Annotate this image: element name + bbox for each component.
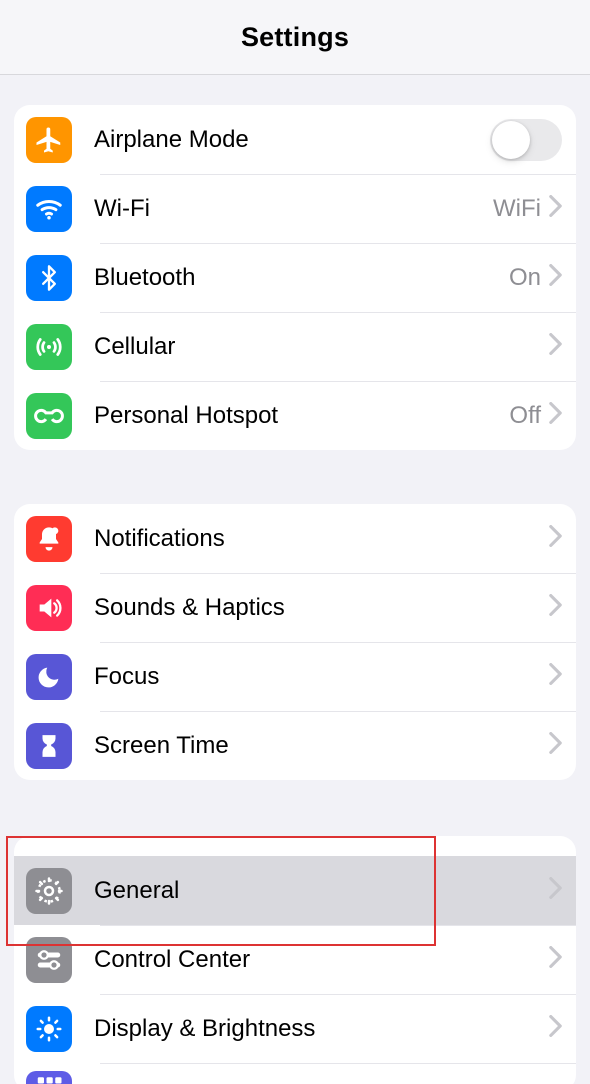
- row-wifi[interactable]: Wi-Fi WiFi: [14, 174, 576, 243]
- chevron-right-icon: [549, 402, 562, 429]
- row-label: Notifications: [94, 525, 549, 553]
- row-display-brightness[interactable]: Display & Brightness: [14, 994, 576, 1063]
- chevron-right-icon: [549, 264, 562, 291]
- hotspot-icon: [26, 393, 72, 439]
- row-label: Cellular: [94, 333, 549, 361]
- airplane-icon: [26, 117, 72, 163]
- row-label: Control Center: [94, 946, 549, 974]
- row-label: Personal Hotspot: [94, 402, 509, 430]
- chevron-right-icon: [549, 525, 562, 552]
- row-value: Off: [509, 402, 541, 430]
- screen-time-icon: [26, 723, 72, 769]
- sounds-icon: [26, 585, 72, 631]
- row-value: On: [509, 264, 541, 292]
- airplane-toggle[interactable]: [490, 119, 562, 161]
- toggle-knob: [492, 121, 530, 159]
- row-label: Wi-Fi: [94, 195, 493, 223]
- display-brightness-icon: [26, 1006, 72, 1052]
- system-group-continued: Control Center Display & Brightness: [14, 925, 576, 1084]
- row-label: Screen Time: [94, 732, 549, 760]
- bluetooth-icon: [26, 255, 72, 301]
- chevron-right-icon: [549, 1015, 562, 1042]
- row-label: Sounds & Haptics: [94, 594, 549, 622]
- row-personal-hotspot[interactable]: Personal Hotspot Off: [14, 381, 576, 450]
- row-label: Airplane Mode: [94, 126, 490, 154]
- row-screen-time[interactable]: Screen Time: [14, 711, 576, 780]
- alerts-group: Notifications Sounds & Haptics Focus: [14, 504, 576, 780]
- row-label: Display & Brightness: [94, 1015, 549, 1043]
- chevron-right-icon: [549, 594, 562, 621]
- row-label: General: [94, 877, 549, 905]
- settings-scroll: Airplane Mode Wi-Fi WiFi Bluetooth On: [0, 105, 590, 1084]
- navbar: Settings: [0, 0, 590, 75]
- page-title: Settings: [241, 22, 349, 53]
- row-label: Focus: [94, 663, 549, 691]
- row-label: Bluetooth: [94, 264, 509, 292]
- chevron-right-icon: [549, 333, 562, 360]
- row-notifications[interactable]: Notifications: [14, 504, 576, 573]
- chevron-right-icon: [549, 877, 562, 904]
- chevron-right-icon: [549, 946, 562, 973]
- row-sounds-haptics[interactable]: Sounds & Haptics: [14, 573, 576, 642]
- wifi-icon: [26, 186, 72, 232]
- row-bluetooth[interactable]: Bluetooth On: [14, 243, 576, 312]
- chevron-right-icon: [549, 732, 562, 759]
- notifications-icon: [26, 516, 72, 562]
- row-general[interactable]: General: [14, 856, 576, 925]
- control-center-icon: [26, 937, 72, 983]
- system-group: General: [14, 836, 576, 925]
- home-screen-icon: [26, 1071, 72, 1084]
- general-icon: [26, 868, 72, 914]
- focus-icon: [26, 654, 72, 700]
- row-cellular[interactable]: Cellular: [14, 312, 576, 381]
- row-partial-hidden[interactable]: [14, 1063, 576, 1084]
- row-airplane-mode[interactable]: Airplane Mode: [14, 105, 576, 174]
- highlight-annotation-area: General Control Center Displ: [14, 836, 576, 1084]
- chevron-right-icon: [549, 195, 562, 222]
- connectivity-group: Airplane Mode Wi-Fi WiFi Bluetooth On: [14, 105, 576, 450]
- row-value: WiFi: [493, 195, 541, 223]
- cellular-icon: [26, 324, 72, 370]
- chevron-right-icon: [549, 663, 562, 690]
- row-control-center[interactable]: Control Center: [14, 925, 576, 994]
- row-focus[interactable]: Focus: [14, 642, 576, 711]
